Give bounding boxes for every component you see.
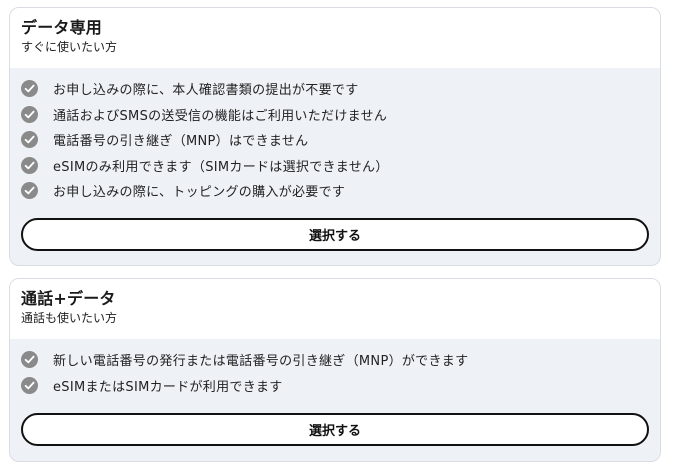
plan-title: 通話+データ bbox=[21, 289, 116, 308]
feature-text: 通話およびSMSの送受信の機能はご利用いただけません bbox=[53, 108, 388, 124]
check-circle-icon bbox=[21, 105, 38, 123]
feature-item: お申し込みの際に、本人確認書類の提出が不要です bbox=[21, 76, 649, 102]
feature-text: お申し込みの際に、本人確認書類の提出が不要です bbox=[53, 83, 359, 99]
feature-item: お申し込みの際に、トッピングの購入が必要です bbox=[21, 178, 649, 204]
feature-text: 電話番号の引き継ぎ（MNP）はできません bbox=[53, 134, 309, 150]
check-circle-icon bbox=[21, 182, 38, 200]
plan-card-body: 新しい電話番号の発行または電話番号の引き継ぎ（MNP）ができます eSIMまたは… bbox=[10, 339, 660, 446]
feature-item: 新しい電話番号の発行または電話番号の引き継ぎ（MNP）ができます bbox=[21, 347, 649, 373]
plan-card-voice-data: 通話+データ 通話も使いたい方 新しい電話番号の発行または電話番号の引き継ぎ（M… bbox=[9, 278, 661, 462]
check-circle-icon bbox=[21, 156, 38, 174]
check-circle-icon bbox=[21, 351, 38, 369]
plan-card-data-only: データ専用 すぐに使いたい方 お申し込みの際に、本人確認書類の提出が不要です 通… bbox=[9, 7, 661, 266]
feature-item: eSIMのみ利用できます（SIMカードは選択できません） bbox=[21, 153, 649, 179]
check-circle-icon bbox=[21, 376, 38, 394]
feature-item: eSIMまたはSIMカードが利用できます bbox=[21, 373, 649, 399]
plan-subtitle: 通話も使いたい方 bbox=[21, 311, 118, 325]
feature-list: 新しい電話番号の発行または電話番号の引き継ぎ（MNP）ができます eSIMまたは… bbox=[21, 347, 649, 398]
plan-card-header: データ専用 すぐに使いたい方 bbox=[10, 8, 660, 68]
plan-subtitle: すぐに使いたい方 bbox=[21, 40, 118, 54]
feature-item: 電話番号の引き継ぎ（MNP）はできません bbox=[21, 127, 649, 153]
check-circle-icon bbox=[21, 80, 38, 98]
feature-item: 通話およびSMSの送受信の機能はご利用いただけません bbox=[21, 102, 649, 128]
select-plan-button[interactable]: 選択する bbox=[21, 217, 649, 251]
feature-text: お申し込みの際に、トッピングの購入が必要です bbox=[53, 185, 346, 201]
check-circle-icon bbox=[21, 131, 38, 149]
plan-selection-page: データ専用 すぐに使いたい方 お申し込みの際に、本人確認書類の提出が不要です 通… bbox=[0, 0, 676, 473]
feature-list: お申し込みの際に、本人確認書類の提出が不要です 通話およびSMSの送受信の機能は… bbox=[21, 76, 649, 204]
plan-card-header: 通話+データ 通話も使いたい方 bbox=[10, 279, 660, 339]
feature-text: eSIMまたはSIMカードが利用できます bbox=[53, 379, 283, 395]
select-plan-button[interactable]: 選択する bbox=[21, 413, 649, 446]
feature-text: 新しい電話番号の発行または電話番号の引き継ぎ（MNP）ができます bbox=[53, 354, 469, 370]
plan-card-body: お申し込みの際に、本人確認書類の提出が不要です 通話およびSMSの送受信の機能は… bbox=[10, 68, 660, 251]
plan-title: データ専用 bbox=[21, 18, 103, 37]
feature-text: eSIMのみ利用できます（SIMカードは選択できません） bbox=[53, 159, 389, 175]
